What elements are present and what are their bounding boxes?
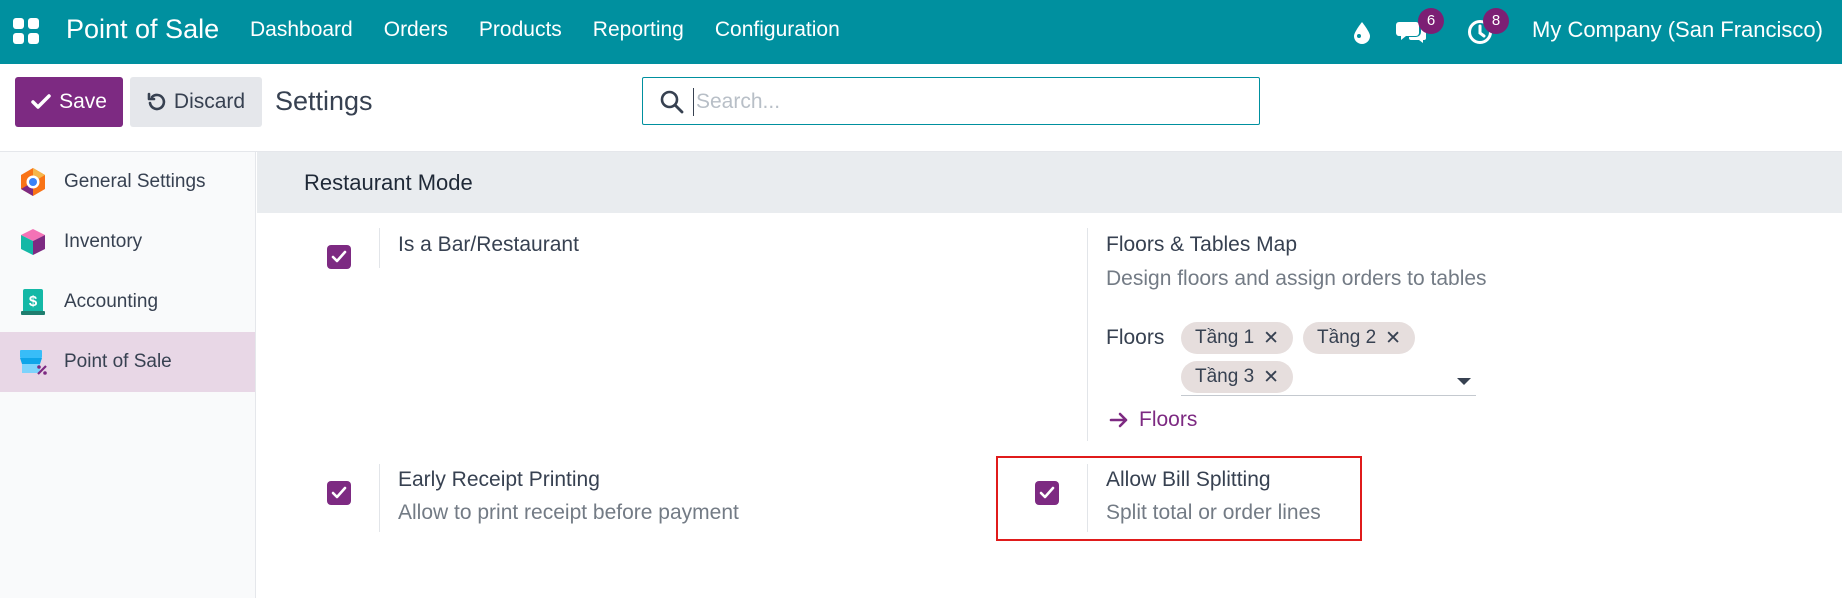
caret-down-icon[interactable]: [1457, 378, 1471, 385]
point-of-sale-icon: [20, 350, 47, 375]
floors-tables-title: Floors & Tables Map: [1106, 233, 1298, 256]
sidebar-item-label: Inventory: [64, 231, 143, 252]
floors-link[interactable]: Floors: [1109, 408, 1197, 432]
search-box: [642, 77, 1260, 125]
drop-icon[interactable]: [1352, 0, 1372, 64]
floor-tag-label: Tầng 2: [1317, 327, 1377, 348]
messages-badge: 6: [1418, 8, 1444, 34]
accounting-icon: $: [21, 289, 45, 315]
sidebar-item-point-of-sale[interactable]: Point of Sale: [0, 332, 255, 392]
floors-tables-description: Design floors and assign orders to table…: [1106, 267, 1487, 290]
check-icon: [31, 94, 51, 109]
check-icon: [331, 486, 347, 499]
discard-button-label: Discard: [173, 90, 246, 113]
sidebar-item-general-settings[interactable]: General Settings: [0, 152, 255, 212]
divider: [379, 464, 380, 532]
remove-tag-icon[interactable]: ✕: [1263, 366, 1279, 389]
floor-tag: Tầng 3 ✕: [1181, 361, 1294, 393]
bar-restaurant-title: Is a Bar/Restaurant: [398, 233, 579, 256]
top-navbar: Point of Sale Dashboard Orders Products …: [0, 0, 1842, 64]
floor-tag-label: Tầng 3: [1195, 366, 1255, 387]
main-menu: Dashboard Orders Products Reporting Conf…: [250, 18, 871, 42]
sidebar-item-label: General Settings: [64, 171, 206, 192]
general-settings-icon: [21, 168, 45, 196]
floor-tag: Tầng 2 ✕: [1303, 322, 1416, 354]
floors-link-label: Floors: [1139, 408, 1198, 431]
sidebar-item-label: Point of Sale: [64, 351, 172, 372]
section-title: Restaurant Mode: [304, 170, 473, 195]
sidebar-item-inventory[interactable]: Inventory: [0, 212, 255, 272]
undo-icon: [147, 92, 166, 111]
highlight-box: [996, 456, 1362, 541]
early-receipt-description: Allow to print receipt before payment: [398, 501, 739, 524]
divider: [1087, 228, 1088, 441]
sidebar-item-label: Accounting: [64, 291, 159, 312]
floor-tag: Tầng 1 ✕: [1181, 322, 1294, 354]
save-button[interactable]: Save: [15, 77, 123, 127]
search-icon: [660, 90, 684, 114]
menu-orders[interactable]: Orders: [384, 18, 448, 42]
settings-content: Restaurant Mode Is a Bar/Restaurant Floo…: [257, 152, 1842, 598]
remove-tag-icon[interactable]: ✕: [1385, 327, 1401, 350]
menu-dashboard[interactable]: Dashboard: [250, 18, 353, 42]
sidebar-item-accounting[interactable]: $ Accounting: [0, 272, 255, 332]
control-panel: Save Discard Settings: [0, 64, 1842, 152]
discard-button[interactable]: Discard: [130, 77, 262, 127]
search-input[interactable]: [693, 88, 1243, 116]
menu-reporting[interactable]: Reporting: [593, 18, 684, 42]
page-title: Settings: [275, 86, 373, 116]
check-icon: [331, 250, 347, 263]
svg-text:$: $: [29, 293, 38, 310]
arrow-right-icon: [1109, 412, 1128, 428]
inventory-icon: [21, 229, 45, 255]
bar-restaurant-checkbox[interactable]: [327, 245, 351, 269]
floor-tag-label: Tầng 1: [1195, 327, 1255, 348]
section-header: Restaurant Mode: [257, 152, 1842, 213]
apps-icon[interactable]: [13, 18, 39, 44]
remove-tag-icon[interactable]: ✕: [1263, 327, 1279, 350]
floors-field-label: Floors: [1106, 326, 1165, 349]
company-switcher[interactable]: My Company (San Francisco): [1532, 17, 1823, 43]
app-brand[interactable]: Point of Sale: [66, 14, 219, 45]
divider: [379, 228, 380, 268]
early-receipt-checkbox[interactable]: [327, 481, 351, 505]
save-button-label: Save: [59, 90, 107, 113]
menu-configuration[interactable]: Configuration: [715, 18, 840, 42]
activities-badge: 8: [1483, 8, 1509, 34]
settings-sidebar: General Settings Inventory $ Accounting …: [0, 152, 256, 598]
floors-input-underline: [1181, 395, 1476, 396]
early-receipt-title: Early Receipt Printing: [398, 468, 600, 491]
menu-products[interactable]: Products: [479, 18, 562, 42]
